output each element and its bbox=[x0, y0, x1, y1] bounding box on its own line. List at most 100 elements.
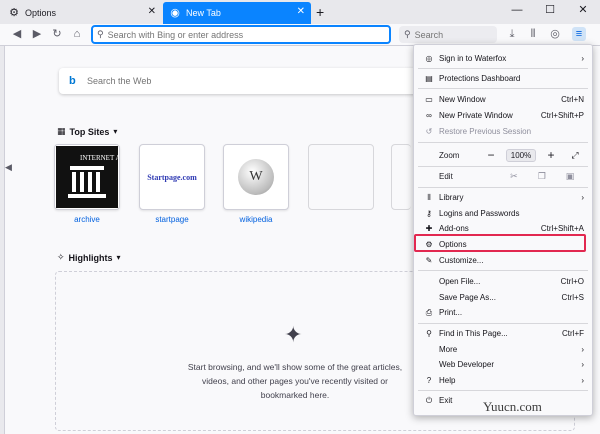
empty-tile bbox=[308, 144, 374, 210]
site-label: startpage bbox=[155, 215, 189, 224]
archive-tile: INTERNET ARCHIVE bbox=[54, 144, 120, 210]
search-icon: ⚲ bbox=[404, 29, 411, 39]
restore-icon: ↺ bbox=[425, 127, 433, 136]
top-sites-label: Top Sites bbox=[69, 126, 110, 137]
account-icon[interactable]: ◎ bbox=[548, 27, 562, 41]
bing-icon: b bbox=[69, 75, 76, 87]
wikipedia-logo-letter: W bbox=[249, 169, 263, 184]
library-icon[interactable]: ⫴ bbox=[526, 27, 540, 41]
watermark: Yuucn.com bbox=[483, 399, 542, 414]
zoom-out-button[interactable]: − bbox=[484, 148, 498, 162]
sparkle-icon: ✦ bbox=[284, 322, 303, 347]
top-sites-header[interactable]: ▦ Top Sites ▾ bbox=[57, 126, 117, 137]
menu-separator bbox=[418, 68, 588, 69]
tab-title: Options bbox=[25, 7, 57, 18]
wikipedia-globe-icon: W bbox=[238, 159, 274, 195]
menu-edit-row: Edit ✂ ❐ ▣ bbox=[439, 171, 576, 182]
gear-icon: ⚙ bbox=[9, 6, 19, 19]
startpage-logo-text: Startpage.com bbox=[147, 172, 197, 182]
downloads-icon[interactable]: ⤓ bbox=[505, 27, 519, 41]
menu-open-file[interactable]: Open File... Ctrl+O bbox=[414, 274, 592, 289]
menu-icon[interactable]: ≡ bbox=[572, 27, 586, 41]
menu-customize[interactable]: ✎ Customize... bbox=[414, 253, 592, 268]
chevron-right-icon: › bbox=[581, 360, 584, 369]
menu-separator bbox=[418, 142, 588, 143]
printer-icon: ⎙ bbox=[425, 307, 433, 317]
wikipedia-tile: W bbox=[223, 144, 289, 210]
highlights-icon: ✧ bbox=[57, 252, 65, 262]
paste-icon[interactable]: ▣ bbox=[564, 171, 576, 182]
side-arrow-icon: ◀ bbox=[5, 162, 12, 172]
search-bar[interactable]: ⚲ bbox=[399, 26, 497, 43]
chevron-right-icon: › bbox=[581, 54, 584, 63]
menu-separator bbox=[418, 187, 588, 188]
top-site-archive[interactable]: INTERNET ARCHIVE archive bbox=[53, 144, 121, 224]
chevron-right-icon: › bbox=[581, 193, 584, 202]
menu-separator bbox=[418, 88, 588, 89]
tab-strip: ⚙ Options ✕ ◉ New Tab ✕ + — ☐ ✕ bbox=[0, 0, 600, 24]
top-site-empty[interactable] bbox=[391, 144, 411, 210]
back-icon[interactable]: ◀ bbox=[10, 27, 24, 41]
chevron-down-icon: ▾ bbox=[116, 253, 121, 262]
cut-icon[interactable]: ✂ bbox=[508, 171, 520, 182]
chevron-down-icon: ▾ bbox=[113, 127, 118, 136]
menu-new-window[interactable]: ▭ New Window Ctrl+N bbox=[414, 92, 592, 107]
empty-tile bbox=[391, 144, 411, 210]
navigation-toolbar: ◀ ▶ ↻ ⌂ ⚲ ⚲ ⤓ ⫴ ◎ ≡ bbox=[0, 24, 600, 46]
url-input[interactable] bbox=[107, 29, 389, 40]
minimize-icon[interactable]: — bbox=[510, 3, 524, 17]
tab-title: New Tab bbox=[186, 7, 221, 18]
site-label: archive bbox=[74, 215, 100, 224]
menu-sign-in[interactable]: ◎ Sign in to Waterfox › bbox=[414, 51, 592, 66]
top-site-startpage[interactable]: Startpage.com startpage bbox=[138, 144, 206, 224]
firefox-icon: ◉ bbox=[170, 6, 180, 19]
menu-library[interactable]: ⫴ Library › bbox=[414, 190, 592, 205]
close-tab-icon[interactable]: ✕ bbox=[297, 6, 305, 18]
web-search-box[interactable]: b bbox=[59, 68, 419, 94]
menu-separator bbox=[418, 323, 588, 324]
search-icon: ⚲ bbox=[97, 29, 104, 39]
home-icon[interactable]: ⌂ bbox=[70, 27, 84, 41]
menu-help[interactable]: ? Help › bbox=[414, 373, 592, 388]
tab-new-tab[interactable]: ◉ New Tab ✕ bbox=[163, 2, 311, 23]
menu-protections-dashboard[interactable]: ▤ Protections Dashboard bbox=[414, 71, 592, 86]
key-icon: ⚷ bbox=[426, 209, 432, 218]
help-icon: ? bbox=[426, 376, 432, 385]
copy-icon[interactable]: ❐ bbox=[536, 171, 548, 182]
puzzle-icon: ✚ bbox=[425, 224, 433, 233]
options-highlight-annotation bbox=[414, 234, 586, 252]
zoom-reset-button[interactable]: 100% bbox=[506, 148, 536, 162]
menu-find[interactable]: ⚲ Find in This Page... Ctrl+F bbox=[414, 326, 592, 341]
tab-options[interactable]: ⚙ Options ✕ bbox=[2, 2, 162, 23]
menu-more[interactable]: More › bbox=[414, 342, 592, 357]
menu-save-page[interactable]: Save Page As... Ctrl+S bbox=[414, 290, 592, 305]
new-tab-plus-icon[interactable]: + bbox=[316, 4, 324, 20]
top-site-empty[interactable] bbox=[307, 144, 375, 210]
app-menu: ◎ Sign in to Waterfox › ▤ Protections Da… bbox=[413, 44, 593, 416]
chart-icon: ▤ bbox=[425, 74, 433, 83]
highlights-label: Highlights bbox=[68, 252, 113, 263]
web-search-input[interactable] bbox=[87, 76, 387, 86]
menu-new-private-window[interactable]: ∞ New Private Window Ctrl+Shift+P bbox=[414, 108, 592, 123]
grid-icon: ▦ bbox=[57, 126, 66, 136]
url-bar[interactable]: ⚲ bbox=[91, 25, 391, 44]
menu-separator bbox=[418, 166, 588, 167]
brush-icon: ✎ bbox=[425, 256, 433, 265]
menu-web-developer[interactable]: Web Developer › bbox=[414, 357, 592, 372]
site-label: wikipedia bbox=[239, 215, 273, 224]
startpage-tile: Startpage.com bbox=[139, 144, 205, 210]
close-tab-icon[interactable]: ✕ bbox=[148, 6, 156, 18]
fullscreen-icon[interactable]: ⤢ bbox=[568, 148, 582, 162]
reload-icon[interactable]: ↻ bbox=[50, 27, 64, 41]
zoom-in-button[interactable]: + bbox=[544, 148, 558, 162]
highlights-header[interactable]: ✧ Highlights ▾ bbox=[57, 252, 121, 263]
forward-icon[interactable]: ▶ bbox=[30, 27, 44, 41]
chevron-right-icon: › bbox=[581, 376, 584, 385]
account-icon: ◎ bbox=[425, 54, 433, 63]
maximize-icon[interactable]: ☐ bbox=[543, 3, 557, 17]
menu-logins[interactable]: ⚷ Logins and Passwords bbox=[414, 206, 592, 221]
search-input[interactable] bbox=[414, 29, 497, 40]
menu-print[interactable]: ⎙ Print... bbox=[414, 305, 592, 320]
close-window-icon[interactable]: ✕ bbox=[576, 3, 590, 17]
top-site-wikipedia[interactable]: W wikipedia bbox=[222, 144, 290, 224]
